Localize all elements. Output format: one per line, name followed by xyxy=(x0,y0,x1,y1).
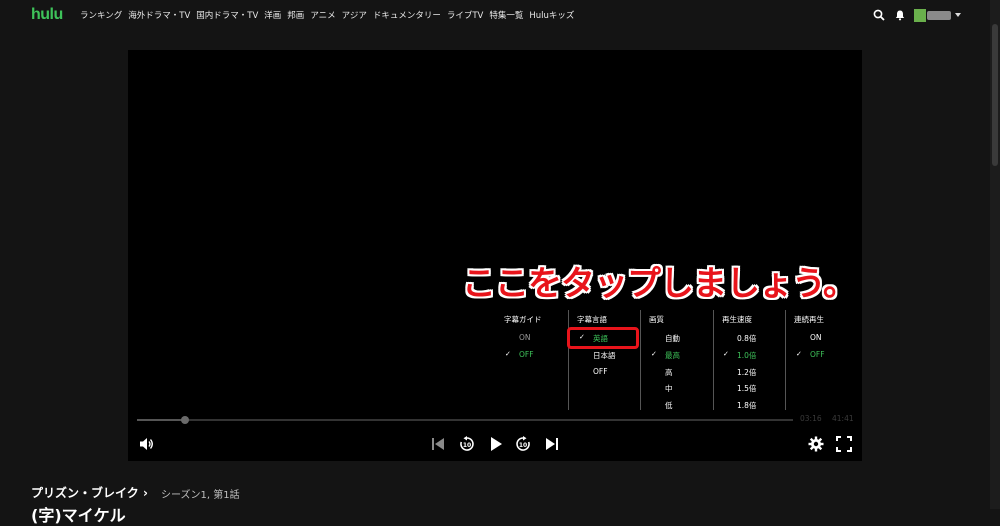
show-title-link[interactable]: プリズン・ブレイク › xyxy=(31,484,148,501)
nav-features[interactable]: 特集一覧 xyxy=(489,9,523,21)
subtitle-guide-on[interactable]: ON xyxy=(519,333,531,342)
subtitle-language-column: 字幕言語 ✓ 英語 日本語 OFF xyxy=(569,309,640,410)
volume-icon[interactable] xyxy=(139,437,154,451)
speed-1-5[interactable]: 1.5倍 xyxy=(737,383,756,394)
chevron-right-icon: › xyxy=(142,486,148,500)
nav-kids[interactable]: Huluキッズ xyxy=(529,9,574,21)
check-icon: ✓ xyxy=(505,350,511,358)
username-blurred[interactable] xyxy=(927,11,951,20)
subtitle-guide-column: 字幕ガイド ON ✓ OFF xyxy=(495,309,567,410)
site-header: hulu ランキング 海外ドラマ・TV 国内ドラマ・TV 洋画 邦画 アニメ ア… xyxy=(0,0,1000,32)
svg-text:10: 10 xyxy=(519,442,527,449)
speed-1-0[interactable]: ✓ 1.0倍 xyxy=(723,350,756,361)
nav-anime[interactable]: アニメ xyxy=(310,9,335,21)
settings-gear-icon[interactable] xyxy=(808,436,824,452)
main-nav: ランキング 海外ドラマ・TV 国内ドラマ・TV 洋画 邦画 アニメ アジア ドキ… xyxy=(80,9,580,21)
quality-medium[interactable]: 中 xyxy=(665,383,673,394)
progress-knob[interactable] xyxy=(180,416,189,424)
speed-1-2[interactable]: 1.2倍 xyxy=(737,367,756,378)
time-total: 41:41 xyxy=(832,414,854,423)
autoplay-on[interactable]: ON xyxy=(810,333,822,342)
autoplay-column: 連続再生 ON ✓ OFF xyxy=(786,309,846,410)
avatar[interactable] xyxy=(914,9,926,22)
check-icon: ✓ xyxy=(651,350,657,358)
quality-high[interactable]: 高 xyxy=(665,367,673,378)
subtitle-language-heading: 字幕言語 xyxy=(577,315,607,324)
progress-fill xyxy=(137,419,185,421)
subtitle-language-off[interactable]: OFF xyxy=(593,367,608,376)
quality-highest[interactable]: ✓ 最高 xyxy=(651,350,680,361)
subtitle-guide-heading: 字幕ガイド xyxy=(504,315,542,324)
quality-low[interactable]: 低 xyxy=(665,400,673,411)
episode-title: (字)マイケル xyxy=(31,506,126,525)
highlight-box xyxy=(567,327,639,349)
subtitle-language-japanese[interactable]: 日本語 xyxy=(593,350,616,361)
rewind-10-icon[interactable]: 10 xyxy=(459,436,475,452)
nav-japanese-movies[interactable]: 邦画 xyxy=(287,9,304,21)
callout-annotation: ここをタップしましょう。 xyxy=(462,264,857,304)
chevron-down-icon[interactable] xyxy=(955,13,961,17)
hulu-logo[interactable]: hulu xyxy=(31,6,63,24)
time-elapsed: 03:16 xyxy=(800,414,822,423)
check-icon: ✓ xyxy=(723,350,729,358)
autoplay-off[interactable]: ✓ OFF xyxy=(796,350,825,359)
quality-heading: 画質 xyxy=(649,315,664,324)
quality-auto[interactable]: 自動 xyxy=(665,333,680,344)
nav-documentary[interactable]: ドキュメンタリー xyxy=(373,9,441,21)
forward-10-icon[interactable]: 10 xyxy=(515,436,531,452)
speed-1-8[interactable]: 1.8倍 xyxy=(737,400,756,411)
nav-foreign-drama[interactable]: 海外ドラマ・TV xyxy=(128,9,190,21)
check-icon: ✓ xyxy=(796,350,802,358)
play-icon[interactable] xyxy=(489,436,503,452)
speed-heading: 再生速度 xyxy=(722,315,752,324)
nav-domestic-drama[interactable]: 国内ドラマ・TV xyxy=(196,9,258,21)
quality-column: 画質 自動 ✓ 最高 高 中 低 xyxy=(641,309,713,410)
bell-icon[interactable] xyxy=(894,9,906,21)
next-episode-icon[interactable] xyxy=(545,437,559,451)
season-episode: シーズン1, 第1話 xyxy=(161,490,240,501)
search-icon[interactable] xyxy=(873,9,885,21)
autoplay-heading: 連続再生 xyxy=(794,315,824,324)
subtitle-guide-off[interactable]: ✓ OFF xyxy=(505,350,534,359)
speed-column: 再生速度 0.8倍 ✓ 1.0倍 1.2倍 1.5倍 1.8倍 xyxy=(714,309,785,410)
nav-live-tv[interactable]: ライブTV xyxy=(447,9,484,21)
nav-asia[interactable]: アジア xyxy=(342,9,367,21)
scrollbar-thumb[interactable] xyxy=(992,24,998,166)
nav-ranking[interactable]: ランキング xyxy=(80,9,122,21)
fullscreen-icon[interactable] xyxy=(836,436,852,452)
progress-track[interactable] xyxy=(137,419,793,421)
speed-0-8[interactable]: 0.8倍 xyxy=(737,333,756,344)
nav-western-movies[interactable]: 洋画 xyxy=(264,9,281,21)
svg-text:10: 10 xyxy=(463,442,471,449)
previous-episode-icon[interactable] xyxy=(431,437,445,451)
